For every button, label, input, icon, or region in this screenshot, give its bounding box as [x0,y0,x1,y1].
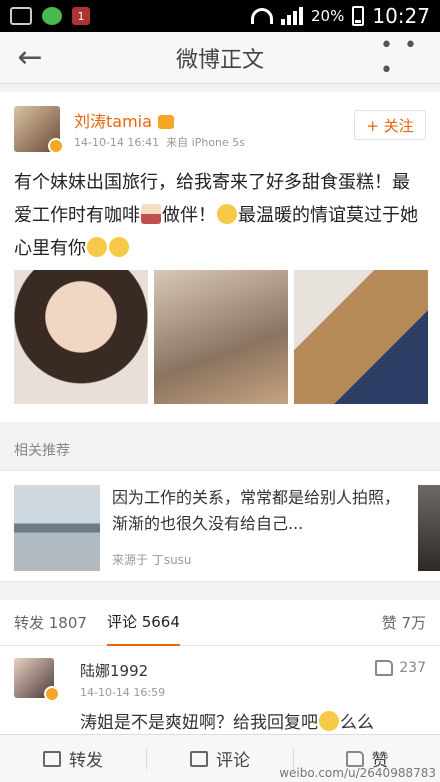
comment-like-count: 237 [399,660,426,676]
sad-emoji-icon [109,237,129,257]
battery-icon [352,6,365,26]
signal-icon [281,7,304,25]
repost-icon [43,750,61,767]
gallery-icon [10,7,32,25]
comment-item: 陆娜1992 14-10-14 16:59 237 涛姐是不是爽妞啊？给我回复吧… [0,646,440,734]
related-card[interactable]: 因为工作的关系，常常都是给别人拍照，渐渐的也很久没有给自己... 来源于 丁su… [0,470,440,582]
post-timestamp: 14-10-14 16:41 [74,136,160,149]
vip-crown-icon [157,115,174,129]
comment-button[interactable]: 评论 [147,746,293,771]
tab-likes[interactable]: 赞 7万 [382,600,426,646]
follow-button[interactable]: + 关注 [354,110,426,140]
verified-badge-icon [44,686,60,702]
notification-badge: 1 [72,7,90,25]
sad-emoji-icon [87,237,107,257]
related-next-thumbnail[interactable] [418,485,440,571]
related-thumbnail [14,485,100,571]
cake-emoji-icon [141,204,161,224]
photo-thumbnail[interactable] [14,270,148,404]
photo-thumbnail[interactable] [294,270,428,404]
related-source: 来源于 丁susu [112,553,192,567]
thumbs-up-icon [345,750,364,767]
commenter-name[interactable]: 陆娜1992 [80,660,148,681]
wifi-icon [251,8,274,24]
back-button[interactable]: ← [0,32,60,84]
engagement-tabs: 转发 1807 评论 5664 赞 7万 [0,600,440,646]
blush-emoji-icon [319,711,339,731]
back-arrow-icon: ← [17,40,43,75]
repost-button[interactable]: 转发 [0,746,146,771]
more-dots-icon: • • • [380,32,419,83]
wechat-icon [42,7,62,25]
tab-reposts[interactable]: 转发 1807 [14,600,87,646]
comment-time: 14-10-14 16:59 [80,686,166,699]
comment-text: 涛姐是不是爽妞啊？给我回复吧 么么 [80,711,374,733]
battery-percent: 20% [311,7,345,25]
thumbs-up-icon [375,660,394,676]
post-text: 有个妹妹出国旅行，给我寄来了好多甜食蛋糕！最爱工作时有咖啡 做伴！ 最温暖的情谊莫过… [14,172,418,259]
watermark: weibo.com/u/2640988783 [279,766,436,780]
post-meta: 14-10-14 16:41 来自 iPhone 5s [74,134,245,150]
comment-like-button[interactable]: 237 [375,660,426,676]
related-section-label: 相关推荐 [14,443,70,459]
comment-icon [190,750,208,767]
photo-thumbnail[interactable] [154,270,288,404]
page-title: 微博正文 [175,47,264,73]
post-card: 刘涛tamia 14-10-14 16:41 来自 iPhone 5s + 关注… [0,92,440,422]
more-button[interactable]: • • • [380,32,440,84]
verified-badge-icon [48,138,64,154]
blush-emoji-icon [217,204,237,224]
tab-comments[interactable]: 评论 5664 [106,600,180,646]
related-text: 因为工作的关系，常常都是给别人拍照，渐渐的也很久没有给自己... [112,488,401,533]
title-bar: ← 微博正文 • • • [0,32,440,84]
author-name[interactable]: 刘涛tamia [74,108,174,132]
post-source: 来自 iPhone 5s [166,136,245,149]
clock: 10:27 [372,4,430,28]
status-bar: 1 20% 10:27 [0,0,440,32]
photo-grid [14,270,428,404]
